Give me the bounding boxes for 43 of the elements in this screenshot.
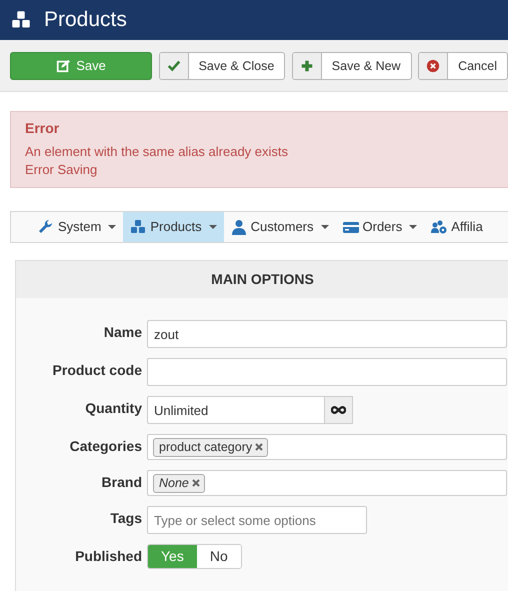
toolbar-button[interactable]: Cancel (418, 52, 508, 80)
tag-chip: None (153, 474, 205, 492)
text-field[interactable]: Type or select some options (147, 506, 367, 534)
quantity-field[interactable]: Unlimited (147, 396, 325, 424)
menu-tab[interactable]: System (31, 212, 124, 242)
user-icon (230, 219, 247, 235)
menu-tab[interactable]: Orders (336, 212, 424, 242)
alert-message: Error Saving (25, 160, 98, 179)
alert-heading: Error (25, 120, 60, 137)
tag-chip: product category (153, 438, 268, 456)
remove-icon (255, 443, 264, 451)
card-icon (342, 219, 359, 235)
field-label: Name (102, 323, 143, 342)
wrench-icon (38, 219, 54, 235)
toolbar-button[interactable]: Save & Close (158, 52, 286, 80)
alert-message: An element with the same alias already exists (25, 142, 290, 161)
field-label: Tags (109, 509, 143, 528)
text-field[interactable] (147, 358, 507, 386)
text-field[interactable]: zout (147, 320, 507, 348)
toolbar-button[interactable]: Save & New (292, 52, 412, 80)
tag-select-field[interactable]: None (147, 470, 507, 496)
menu-tab[interactable]: Customers (224, 212, 336, 242)
field-label: Brand (100, 473, 143, 492)
users-gear-icon (431, 219, 448, 235)
close-circle-icon (426, 59, 440, 73)
cubes-icon (11, 10, 31, 30)
remove-icon (192, 479, 200, 487)
edit-icon (56, 59, 70, 73)
infinity-button[interactable] (325, 396, 353, 424)
panel-title: MAIN OPTIONS (16, 261, 508, 298)
infinity-icon (331, 405, 346, 415)
menu-tab[interactable]: Affilia (424, 212, 490, 242)
plus-icon (300, 59, 314, 73)
field-label: Published (74, 547, 143, 566)
check-icon (166, 59, 181, 73)
tag-select-field[interactable]: product category (147, 434, 507, 460)
cubes-icon (130, 219, 146, 235)
menu-tab[interactable]: Products (123, 212, 224, 242)
field-label: Categories (68, 437, 143, 456)
page-title: Products (44, 7, 127, 33)
field-label: Product code (52, 361, 143, 380)
toggle-option[interactable]: No (196, 545, 241, 568)
field-label: Quantity (84, 399, 143, 418)
